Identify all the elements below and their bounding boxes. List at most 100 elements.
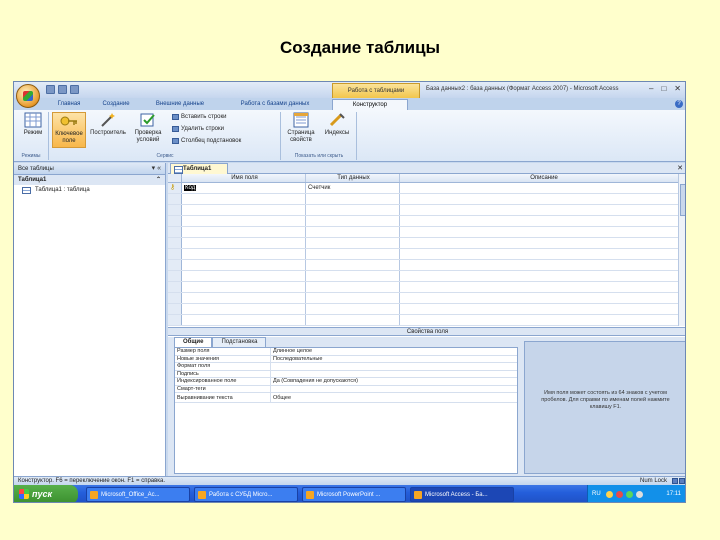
lookup-column-command[interactable]: Столбец подстановок xyxy=(172,138,241,144)
field-name-cell[interactable] xyxy=(182,271,306,281)
row-selector[interactable]: ⚷ xyxy=(168,183,182,193)
property-row[interactable]: Индексированное поле Да (Совпадения не до… xyxy=(175,378,517,386)
description-cell[interactable] xyxy=(400,249,685,259)
description-cell[interactable] xyxy=(400,282,685,292)
property-sheet-button[interactable]: Страница свойств xyxy=(284,112,318,148)
property-row[interactable]: Смарт-теги xyxy=(175,385,517,393)
field-name-cell[interactable] xyxy=(182,315,306,325)
nav-pane-controls-icon[interactable]: ▾ « xyxy=(152,163,161,175)
nav-group-header[interactable]: Таблица1 ⌃ xyxy=(14,175,165,185)
data-type-cell[interactable] xyxy=(306,238,400,248)
data-type-cell[interactable] xyxy=(306,304,400,314)
redo-icon[interactable] xyxy=(70,85,79,94)
view-button[interactable]: Режим xyxy=(16,112,50,148)
taskbar-item[interactable]: Microsoft_Office_Ac... xyxy=(86,487,190,502)
test-rules-button[interactable]: Проверка условий xyxy=(128,112,168,148)
description-cell[interactable] xyxy=(400,315,685,325)
tab-database-tools[interactable]: Работа с базами данных xyxy=(222,99,328,110)
tray-network-icon[interactable] xyxy=(606,491,613,498)
document-tab[interactable]: Таблица1 xyxy=(170,163,228,174)
data-type-cell[interactable] xyxy=(306,293,400,303)
key-field-button[interactable]: Ключевое поле xyxy=(52,112,86,148)
row-selector[interactable] xyxy=(168,227,182,237)
field-name-cell[interactable] xyxy=(182,216,306,226)
table-row[interactable] xyxy=(168,216,685,227)
datasheet-view-icon[interactable] xyxy=(672,478,678,484)
office-button[interactable] xyxy=(16,84,40,108)
table-row[interactable] xyxy=(168,260,685,271)
row-selector[interactable] xyxy=(168,271,182,281)
table-row[interactable] xyxy=(168,238,685,249)
description-cell[interactable] xyxy=(400,227,685,237)
row-selector[interactable] xyxy=(168,260,182,270)
row-selector[interactable] xyxy=(168,293,182,303)
tab-create[interactable]: Создание xyxy=(94,99,138,110)
property-value[interactable] xyxy=(271,371,517,378)
data-type-cell[interactable] xyxy=(306,271,400,281)
data-type-cell[interactable] xyxy=(306,194,400,204)
field-name-cell[interactable] xyxy=(182,194,306,204)
tray-volume-icon[interactable] xyxy=(636,491,643,498)
table-row[interactable] xyxy=(168,249,685,260)
field-name-cell[interactable] xyxy=(182,238,306,248)
data-type-cell[interactable]: Счетчик xyxy=(306,183,400,193)
save-icon[interactable] xyxy=(46,85,55,94)
field-name-cell[interactable]: Код xyxy=(182,183,306,193)
table-row[interactable]: ⚷ Код Счетчик xyxy=(168,183,685,194)
row-selector[interactable] xyxy=(168,249,182,259)
data-type-cell[interactable] xyxy=(306,249,400,259)
table-row[interactable] xyxy=(168,293,685,304)
property-value[interactable] xyxy=(271,386,517,393)
row-selector[interactable] xyxy=(168,205,182,215)
row-selector[interactable] xyxy=(168,194,182,204)
description-cell[interactable] xyxy=(400,304,685,314)
property-value[interactable]: Да (Совпадения не допускаются) xyxy=(271,378,517,385)
row-selector[interactable] xyxy=(168,238,182,248)
field-name-cell[interactable] xyxy=(182,304,306,314)
description-cell[interactable] xyxy=(400,271,685,281)
property-value[interactable]: Длинное целое xyxy=(271,348,517,355)
property-row[interactable]: Выравнивание текста Общее xyxy=(175,393,517,403)
design-view-icon[interactable] xyxy=(679,478,685,484)
field-name-cell[interactable] xyxy=(182,282,306,292)
nav-item-table[interactable]: Таблица1 : таблица xyxy=(14,185,165,195)
tray-antivirus-icon[interactable] xyxy=(616,491,623,498)
field-name-cell[interactable] xyxy=(182,205,306,215)
data-type-cell[interactable] xyxy=(306,260,400,270)
property-row[interactable]: Формат поля xyxy=(175,363,517,371)
close-document-icon[interactable]: ✕ xyxy=(677,164,683,172)
taskbar-item-active[interactable]: Microsoft Access - Ба... xyxy=(410,487,514,502)
field-name-cell[interactable] xyxy=(182,260,306,270)
description-cell[interactable] xyxy=(400,183,685,193)
field-name-cell[interactable] xyxy=(182,227,306,237)
property-row[interactable]: Новые значения Последовательные xyxy=(175,355,517,363)
table-row[interactable] xyxy=(168,205,685,216)
close-button[interactable]: ✕ xyxy=(674,85,681,93)
insert-rows-command[interactable]: Вставить строки xyxy=(172,114,227,120)
description-cell[interactable] xyxy=(400,216,685,226)
builder-button[interactable]: Построитель xyxy=(90,112,126,148)
table-row[interactable] xyxy=(168,227,685,238)
indexes-button[interactable]: Индексы xyxy=(320,112,354,148)
field-name-cell[interactable] xyxy=(182,293,306,303)
description-cell[interactable] xyxy=(400,205,685,215)
property-value[interactable] xyxy=(271,363,517,370)
start-button[interactable]: пуск xyxy=(14,485,78,502)
row-selector[interactable] xyxy=(168,315,182,325)
property-row[interactable]: Подпись xyxy=(175,370,517,378)
table-row[interactable] xyxy=(168,315,685,326)
property-value[interactable]: Общее xyxy=(271,393,517,402)
tab-general[interactable]: Общие xyxy=(174,337,213,347)
taskbar-item[interactable]: Работа с СУБД Micro... xyxy=(194,487,298,502)
undo-icon[interactable] xyxy=(58,85,67,94)
field-name-cell[interactable] xyxy=(182,249,306,259)
description-cell[interactable] xyxy=(400,194,685,204)
tab-home[interactable]: Главная xyxy=(48,99,90,110)
property-row[interactable]: Размер поля Длинное целое xyxy=(175,348,517,356)
data-type-cell[interactable] xyxy=(306,315,400,325)
tab-design[interactable]: Конструктор xyxy=(332,99,408,110)
tab-external-data[interactable]: Внешние данные xyxy=(142,99,218,110)
collapse-group-icon[interactable]: ⌃ xyxy=(156,175,161,185)
table-row[interactable] xyxy=(168,194,685,205)
table-row[interactable] xyxy=(168,282,685,293)
